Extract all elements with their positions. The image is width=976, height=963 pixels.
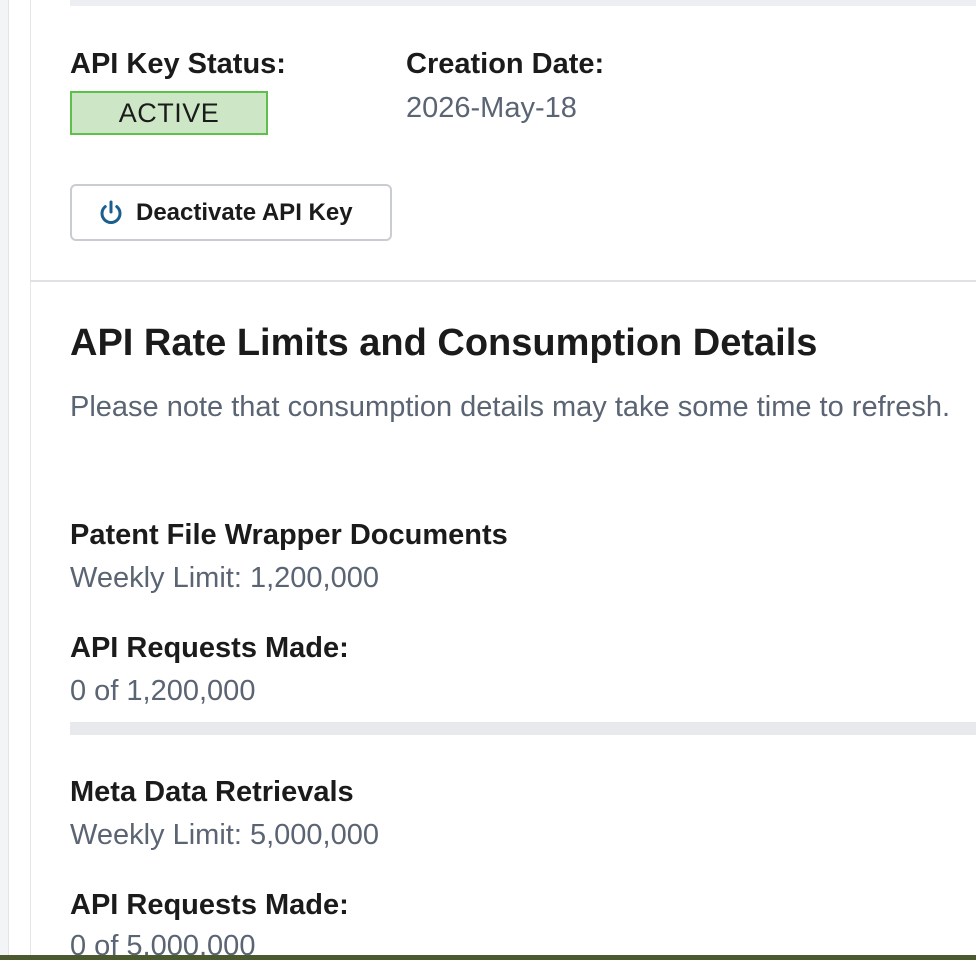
requests-made-label: API Requests Made: [70, 632, 349, 664]
rate-limits-heading: API Rate Limits and Consumption Details [70, 322, 818, 364]
section-divider [30, 280, 976, 282]
deactivate-button-label: Deactivate API Key [136, 198, 353, 226]
window-bottom-edge [0, 955, 976, 960]
requests-made-value: 0 of 1,200,000 [70, 675, 256, 707]
api-key-panel [30, 0, 976, 960]
limit-section-name: Meta Data Retrievals [70, 776, 354, 808]
usage-separator [70, 722, 976, 735]
refresh-note: Please note that consumption details may… [70, 391, 951, 423]
creation-date-value: 2026-May-18 [406, 92, 577, 124]
status-badge: ACTIVE [70, 91, 268, 135]
top-separator [70, 0, 976, 6]
deactivate-api-key-button[interactable]: Deactivate API Key [70, 184, 392, 241]
weekly-limit: Weekly Limit: 1,200,000 [70, 562, 379, 594]
weekly-limit: Weekly Limit: 5,000,000 [70, 819, 379, 851]
requests-made-label: API Requests Made: [70, 889, 349, 921]
api-key-status-label: API Key Status: [70, 48, 286, 80]
limit-section-name: Patent File Wrapper Documents [70, 519, 508, 551]
page-left-edge [0, 0, 9, 960]
power-icon [96, 198, 126, 228]
creation-date-label: Creation Date: [406, 48, 605, 80]
